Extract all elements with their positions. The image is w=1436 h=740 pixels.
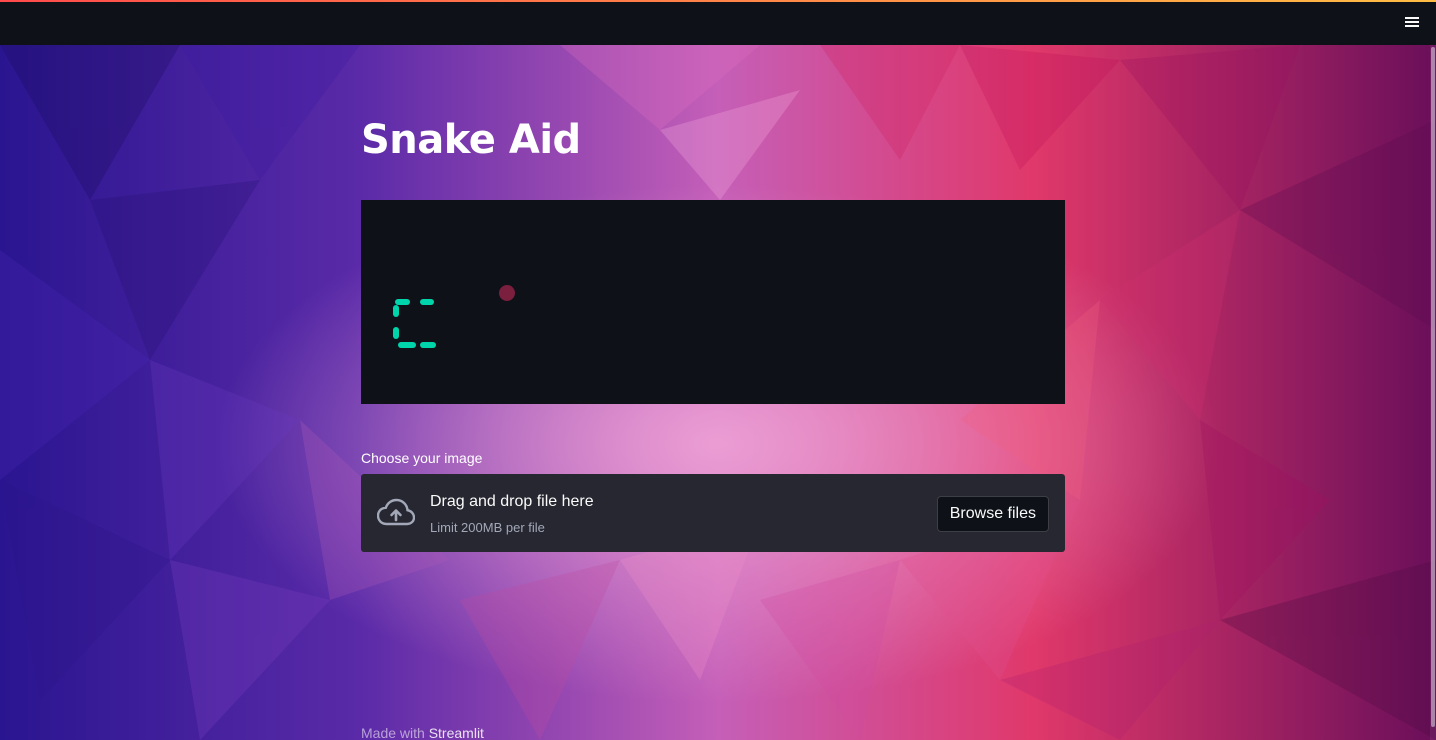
loading-spinner-icon [393, 285, 515, 348]
uploader-label: Choose your image [361, 450, 483, 466]
footer-prefix: Made with [361, 725, 429, 740]
main-content: Snake Aid Choose your image Drag and dro… [361, 45, 1065, 552]
streamlit-link[interactable]: Streamlit [429, 725, 484, 740]
dropzone-title: Drag and drop file here [430, 493, 594, 510]
page-title: Snake Aid [361, 117, 581, 163]
footer: Made with Streamlit [361, 725, 484, 740]
status-dot [499, 285, 515, 301]
page-scrollbar[interactable] [1430, 45, 1436, 740]
header-bar [0, 0, 1436, 45]
header-accent-stripe [0, 0, 1436, 2]
browse-files-button[interactable]: Browse files [936, 496, 1049, 532]
cloud-upload-icon [377, 498, 415, 526]
app-root: Snake Aid Choose your image Drag and dro… [0, 0, 1436, 740]
loading-animation-panel [361, 200, 1065, 404]
dropzone-limit-text: Limit 200MB per file [430, 520, 545, 535]
file-dropzone[interactable]: Drag and drop file here Limit 200MB per … [361, 474, 1065, 552]
scrollbar-thumb[interactable] [1431, 47, 1435, 727]
hamburger-menu-icon[interactable] [1404, 14, 1420, 30]
